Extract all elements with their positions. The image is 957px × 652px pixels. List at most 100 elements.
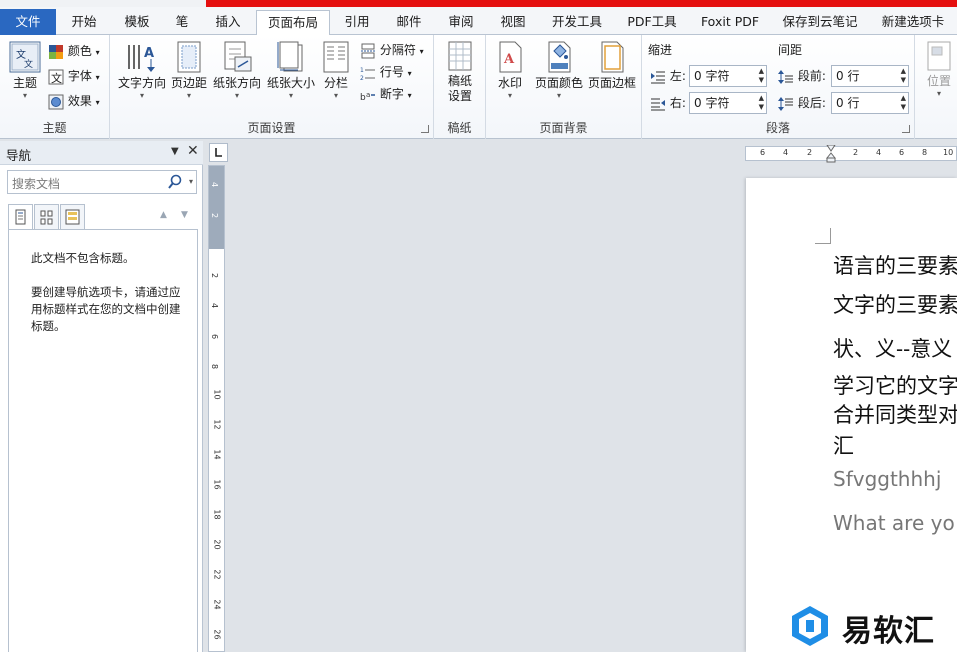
document-line[interactable]: 文字的三要素 — [833, 289, 957, 319]
page-borders-button[interactable]: 页面边框 — [586, 41, 638, 91]
ruler-toggle-button[interactable] — [209, 143, 228, 162]
margins-button[interactable]: 页边距 ▾ — [168, 41, 210, 101]
group-manuscript: 稿纸 设置 稿纸 — [434, 35, 486, 139]
spacing-before-icon — [778, 69, 793, 84]
tab-mailings[interactable]: 邮件 — [384, 10, 434, 35]
ruler-tick-label: 2 — [210, 272, 220, 279]
tab-results-view[interactable] — [60, 204, 85, 230]
ruler-tick-label: 2 — [853, 148, 859, 157]
indent-right-icon — [651, 98, 665, 110]
page-color-label: 页面颜色 — [534, 76, 583, 90]
tab-pen[interactable]: 笔 — [164, 10, 200, 35]
indent-marker-icon[interactable] — [826, 145, 836, 163]
chevron-down-icon: ▾ — [407, 91, 412, 100]
tab-file[interactable]: 文件 — [0, 9, 56, 35]
group-arrange: 位置 ▾ — [915, 35, 957, 139]
spinner-arrows-icon[interactable]: ▲ ▼ — [901, 67, 906, 85]
spacing-before-value: 0 行 — [836, 69, 860, 83]
tab-save-to-cloud-notes[interactable]: 保存到云笔记 — [772, 10, 868, 35]
page-borders-icon — [601, 41, 624, 73]
tab-view[interactable]: 视图 — [488, 10, 538, 35]
manuscript-setup-button[interactable]: 稿纸 设置 — [440, 41, 480, 104]
indent-left-input[interactable]: 0 字符 ▲ ▼ — [689, 65, 767, 87]
position-label: 位置 — [926, 74, 951, 88]
tab-pages-view[interactable] — [34, 204, 59, 230]
tab-foxit-pdf[interactable]: Foxit PDF — [690, 10, 770, 35]
chevron-down-icon: ▾ — [288, 91, 293, 100]
vertical-ruler[interactable]: 4 2 2 4 6 8 10 12 14 16 18 20 22 24 26 — [208, 165, 225, 652]
document-line[interactable]: 学习它的文字 — [833, 370, 957, 400]
chevron-down-icon: ▾ — [95, 98, 100, 107]
theme-effects-label: 效果 — [67, 94, 92, 108]
theme-effects-button[interactable]: 效果 ▾ — [48, 90, 100, 112]
tab-developer[interactable]: 开发工具 — [540, 10, 614, 35]
spinner-arrows-icon[interactable]: ▲ ▼ — [901, 94, 906, 112]
page-borders-label: 页面边框 — [587, 76, 636, 90]
hyphenation-button[interactable]: ba 断字 ▾ — [360, 83, 412, 105]
tab-templates[interactable]: 模板 — [112, 10, 162, 35]
document-line[interactable]: 合并同类型对 — [833, 399, 957, 429]
page-setup-dialog-launcher[interactable] — [421, 125, 429, 133]
document-line[interactable]: Sfvggthhhj — [833, 467, 941, 491]
tab-references[interactable]: 引用 — [332, 10, 382, 35]
group-label-themes: 主题 — [42, 121, 67, 135]
position-icon — [927, 41, 951, 71]
document-line[interactable]: 语言的三要素 — [833, 250, 957, 280]
ruler-tick-label: 4 — [876, 148, 882, 157]
previous-arrow-icon[interactable]: ▲ — [160, 210, 167, 220]
spacing-before-input[interactable]: 0 行 ▲ ▼ — [831, 65, 909, 87]
tab-home[interactable]: 开始 — [58, 10, 110, 35]
line-numbers-label: 行号 — [379, 65, 404, 79]
spinner-arrows-icon[interactable]: ▲ ▼ — [759, 94, 764, 112]
indent-left-label-row: 左: — [650, 65, 686, 87]
ruler-tick-label: 4 — [210, 302, 220, 309]
theme-colors-button[interactable]: 颜色 ▾ — [48, 40, 100, 62]
no-headings-message: 此文档不包含标题。 — [31, 251, 135, 265]
line-numbers-button[interactable]: 12 行号 ▾ — [360, 61, 412, 83]
paragraph-dialog-launcher[interactable] — [902, 125, 910, 133]
size-button[interactable]: 纸张大小 ▾ — [264, 41, 318, 101]
ruler-tick-label: 26 — [212, 629, 222, 640]
text-direction-button[interactable]: A 文字方向 ▾ — [116, 41, 168, 101]
search-document-input[interactable]: 搜索文档 ▾ — [7, 170, 197, 194]
ruler-tick-label: 14 — [212, 449, 222, 460]
horizontal-ruler[interactable]: 6 4 2 2 4 6 8 10 — [745, 145, 957, 163]
document-line[interactable]: 状、义--意义 — [833, 333, 952, 363]
tab-page-layout[interactable]: 页面布局 — [256, 10, 330, 36]
document-line[interactable]: What are yo — [833, 511, 955, 535]
ribbon: 文文 主题 ▾ 颜色 ▾ 文 字体 ▾ 效果 ▾ 主题 A 文字方向 ▾ 页边距… — [0, 35, 957, 139]
indent-right-value: 0 字符 — [694, 96, 730, 110]
orientation-icon — [224, 41, 252, 72]
ruler-tick-label: 8 — [922, 148, 928, 157]
indent-left-icon — [651, 71, 665, 83]
tab-insert[interactable]: 插入 — [202, 10, 254, 35]
svg-text:2: 2 — [360, 75, 364, 81]
search-placeholder: 搜索文档 — [12, 177, 61, 191]
columns-button[interactable]: 分栏 ▾ — [318, 41, 354, 101]
text-direction-icon: A — [128, 45, 155, 72]
tab-pdf-tools[interactable]: PDF工具 — [616, 10, 688, 35]
themes-button[interactable]: 文文 主题 ▾ — [6, 41, 44, 101]
watermark-button[interactable]: A 水印 ▾ — [490, 41, 530, 101]
search-icon[interactable] — [168, 174, 182, 190]
spinner-arrows-icon[interactable]: ▲ ▼ — [759, 67, 764, 85]
next-arrow-icon[interactable]: ▼ — [181, 210, 188, 220]
chevron-down-icon: ▾ — [95, 73, 100, 82]
document-line[interactable]: 汇 — [833, 430, 854, 460]
chevron-down-icon[interactable]: ▾ — [189, 177, 193, 186]
tab-review[interactable]: 审阅 — [436, 10, 486, 35]
breaks-button[interactable]: 分隔符 ▾ — [360, 39, 424, 61]
tab-headings-view[interactable] — [8, 204, 33, 230]
theme-fonts-button[interactable]: 文 字体 ▾ — [48, 65, 100, 87]
indent-right-input[interactable]: 0 字符 ▲ ▼ — [689, 92, 767, 114]
position-button[interactable]: 位置 ▾ — [921, 41, 957, 99]
tab-new-tab[interactable]: 新建选项卡 — [870, 10, 956, 35]
svg-text:1: 1 — [360, 67, 364, 74]
pane-options-icon[interactable]: ▼ — [171, 146, 179, 157]
close-icon[interactable]: ✕ — [187, 143, 199, 159]
orientation-button[interactable]: 纸张方向 ▾ — [210, 41, 264, 101]
spacing-after-input[interactable]: 0 行 ▲ ▼ — [831, 92, 909, 114]
columns-icon — [323, 41, 349, 73]
themes-button-label: 主题 — [12, 76, 37, 90]
page-color-button[interactable]: 页面颜色 ▾ — [532, 41, 586, 101]
